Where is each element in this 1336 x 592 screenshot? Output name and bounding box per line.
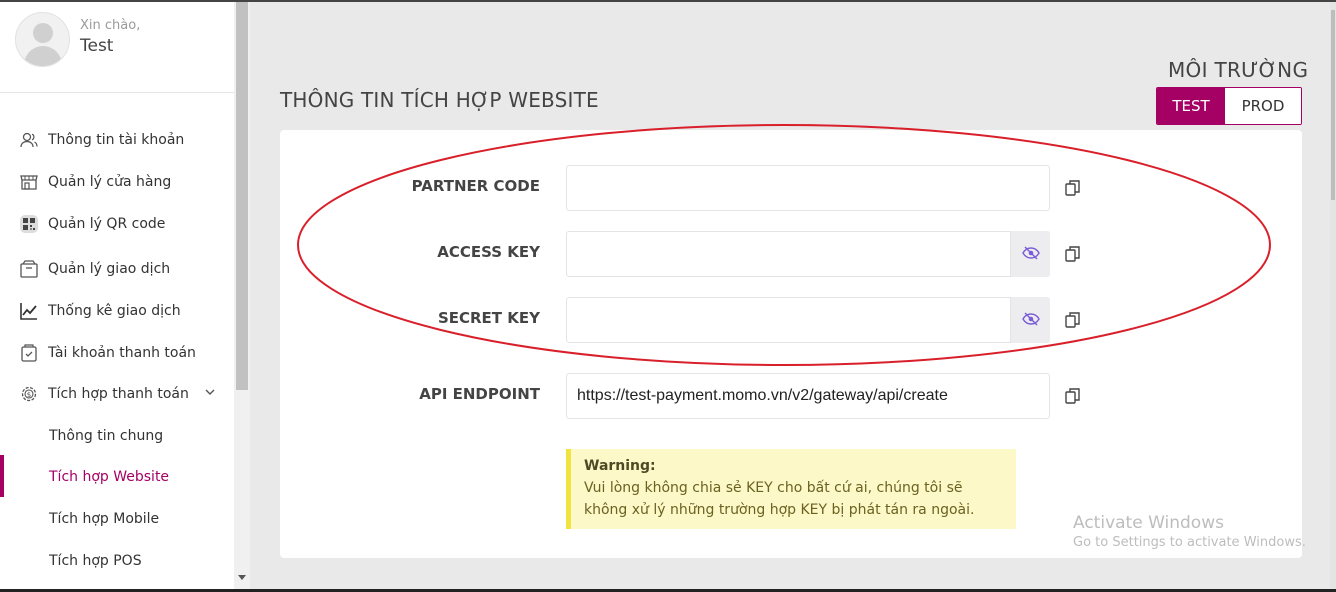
env-test-button[interactable]: TEST	[1157, 88, 1225, 124]
scrollbar-thumb[interactable]	[236, 0, 248, 390]
sub-item-mobile-integration[interactable]: Tích hợp Mobile	[0, 501, 234, 537]
sidebar-item-label: Tài khoản thanh toán	[48, 345, 196, 361]
sidebar-item-transactions[interactable]: Quản lý giao dịch	[0, 251, 234, 287]
gear-icon: $	[18, 383, 40, 405]
warning-line-2: không xử lý những trường hợp KEY bị phát…	[584, 502, 975, 518]
avatar[interactable]	[15, 12, 70, 67]
environment-toggle: TEST PROD	[1156, 87, 1302, 125]
toggle-access-key-visibility[interactable]	[1010, 231, 1050, 277]
active-indicator	[0, 455, 4, 497]
sidebar-item-account-info[interactable]: Thông tin tài khoản	[0, 122, 234, 158]
copy-secret-key-icon[interactable]	[1062, 309, 1084, 331]
toggle-secret-key-visibility[interactable]	[1010, 297, 1050, 343]
warning-line-1: Vui lòng không chia sẻ KEY cho bất cứ ai…	[584, 480, 963, 496]
partner-code-input[interactable]	[566, 165, 1050, 211]
env-prod-button[interactable]: PROD	[1225, 88, 1301, 124]
sub-item-general-info[interactable]: Thông tin chung	[0, 418, 234, 454]
chart-line-icon	[18, 300, 40, 322]
scroll-down-arrow-icon[interactable]	[238, 575, 246, 580]
copy-access-key-icon[interactable]	[1062, 243, 1084, 265]
window-top-edge	[0, 0, 1336, 2]
box-icon	[18, 258, 40, 280]
sidebar-item-label: Quản lý giao dịch	[48, 261, 171, 277]
warning-box: Warning: Vui lòng không chia sẻ KEY cho …	[566, 449, 1016, 529]
user-icon	[18, 129, 40, 151]
sidebar-item-label: Tích hợp thanh toán	[48, 386, 189, 402]
integration-card: PARTNER CODE ACCESS KEY SECRET KEY API E…	[280, 130, 1302, 558]
sidebar-item-label: Thông tin tài khoản	[48, 132, 185, 148]
secret-key-label: SECRET KEY	[437, 309, 540, 327]
sidebar-scrollbar[interactable]	[234, 0, 250, 592]
sidebar-item-payment-account[interactable]: Tài khoản thanh toán	[0, 335, 234, 371]
sidebar-item-label: Quản lý cửa hàng	[48, 174, 172, 190]
sidebar-item-qr[interactable]: Quản lý QR code	[0, 206, 234, 242]
sidebar-item-statistics[interactable]: Thống kê giao dịch	[0, 293, 234, 329]
page-title: THÔNG TIN TÍCH HỢP WEBSITE	[280, 88, 599, 112]
sidebar: Xin chào, Test Thông tin tài khoản Quản …	[0, 0, 234, 592]
sidebar-item-label: Quản lý QR code	[48, 216, 166, 232]
eye-slash-icon	[1021, 311, 1040, 330]
svg-text:$: $	[27, 391, 31, 399]
eye-slash-icon	[1021, 245, 1040, 264]
username: Test	[80, 36, 114, 56]
watermark-line-1: Activate Windows	[1073, 513, 1224, 533]
access-key-label: ACCESS KEY	[437, 243, 540, 261]
environment-title: MÔI TRƯỜNG	[1168, 58, 1309, 82]
warning-title: Warning:	[584, 458, 656, 474]
sub-item-website-integration[interactable]: Tích hợp Website	[0, 459, 234, 495]
copy-api-endpoint-icon[interactable]	[1062, 385, 1084, 407]
wallet-icon	[18, 342, 40, 364]
sub-item-pos-integration[interactable]: Tích hợp POS	[0, 543, 234, 579]
qr-code-icon	[18, 213, 40, 235]
sidebar-item-payment-integration[interactable]: $ Tích hợp thanh toán	[0, 376, 234, 412]
chevron-down-icon[interactable]	[204, 386, 216, 402]
scrollbar-thumb[interactable]	[1331, 10, 1335, 200]
secret-key-input[interactable]	[566, 297, 1050, 343]
api-endpoint-input[interactable]: https://test-payment.momo.vn/v2/gateway/…	[566, 373, 1050, 419]
greeting-text: Xin chào,	[80, 18, 141, 33]
user-block: Xin chào, Test	[0, 0, 234, 93]
store-icon	[18, 171, 40, 193]
sidebar-item-store[interactable]: Quản lý cửa hàng	[0, 164, 234, 200]
copy-partner-code-icon[interactable]	[1062, 177, 1084, 199]
activate-windows-watermark: Activate Windows Go to Settings to activ…	[1073, 513, 1306, 550]
partner-code-label: PARTNER CODE	[411, 177, 540, 195]
main-scrollbar[interactable]	[1330, 0, 1336, 592]
sidebar-item-label: Thống kê giao dịch	[48, 303, 181, 319]
watermark-line-2: Go to Settings to activate Windows.	[1073, 535, 1306, 550]
api-endpoint-label: API ENDPOINT	[419, 385, 540, 403]
access-key-input[interactable]	[566, 231, 1050, 277]
